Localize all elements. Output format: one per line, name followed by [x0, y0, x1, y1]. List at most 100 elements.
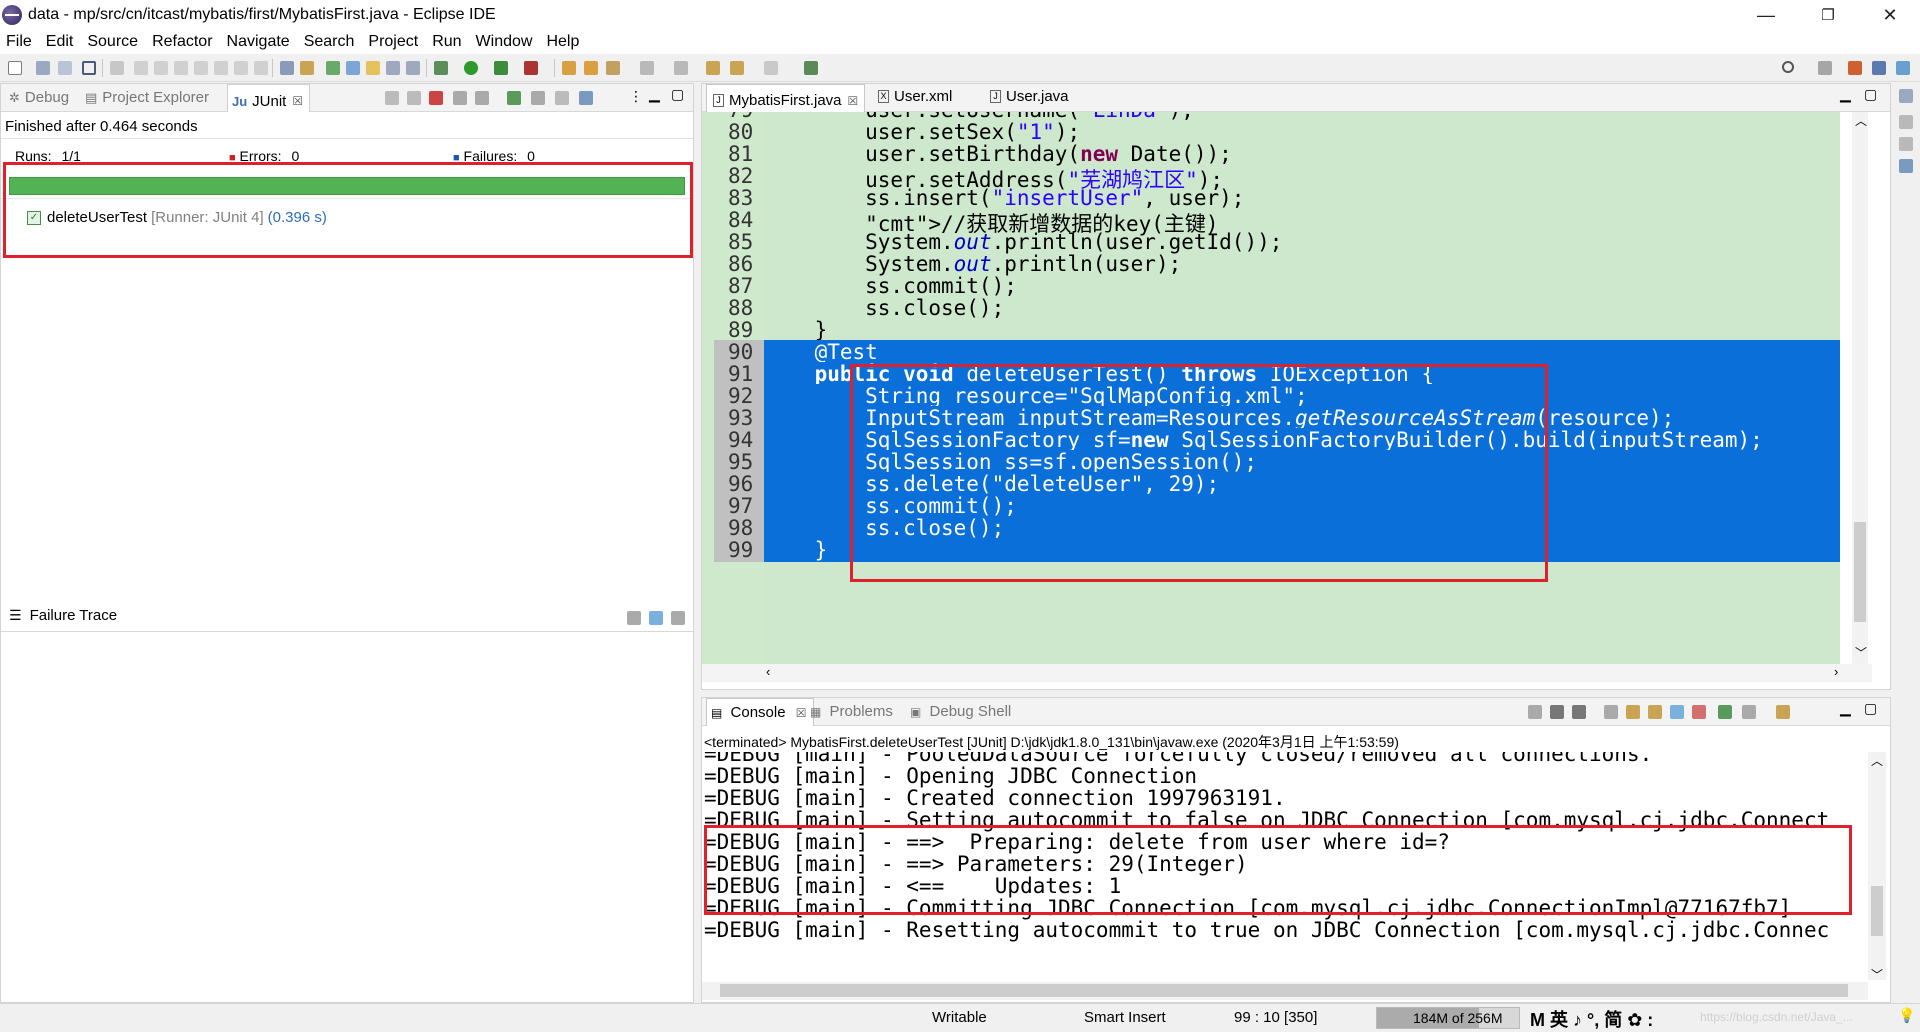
open-perspective-icon[interactable] [1818, 61, 1832, 75]
back-icon[interactable] [730, 61, 744, 75]
minimize-editor-icon[interactable]: ▁ [1840, 86, 1851, 103]
menu-search[interactable]: Search [304, 33, 355, 51]
terminate-console-icon[interactable] [1528, 705, 1542, 719]
menu-edit[interactable]: Edit [46, 33, 74, 51]
javaee-perspective-icon[interactable] [1872, 61, 1886, 75]
pin-console-icon[interactable] [1718, 705, 1732, 719]
code-line[interactable]: 85 System.out.println(user.getId()); [702, 230, 1840, 254]
close-icon[interactable]: ☒ [796, 706, 807, 720]
step-over-icon[interactable] [234, 61, 248, 75]
previous-failure-icon[interactable] [407, 91, 421, 105]
compare-result-icon[interactable] [649, 611, 663, 625]
new-icon[interactable] [8, 61, 22, 75]
tab-debug-shell[interactable]: ▣ Debug Shell [910, 703, 1011, 720]
suspend-icon[interactable] [154, 61, 168, 75]
close-button[interactable]: ✕ [1862, 0, 1918, 30]
minimize-console-icon[interactable]: ▁ [1840, 700, 1851, 717]
show-failures-only-icon[interactable] [429, 91, 443, 105]
breakpoints-icon[interactable] [1899, 115, 1913, 129]
next-failure-icon[interactable] [385, 91, 399, 105]
clear-console-icon[interactable] [1604, 705, 1618, 719]
save-icon[interactable] [36, 61, 50, 75]
menu-refactor[interactable]: Refactor [152, 33, 212, 51]
pin-editor-icon[interactable] [804, 61, 818, 75]
java-perspective-icon[interactable] [1848, 61, 1862, 75]
code-line[interactable]: 80 user.setSex("1"); [702, 120, 1840, 144]
vertical-scrollbar[interactable]: ︿ ﹀ [1852, 112, 1868, 664]
expressions-icon[interactable] [1899, 159, 1913, 173]
close-icon[interactable]: ☒ [292, 94, 303, 108]
new-java-project-icon[interactable] [562, 61, 576, 75]
remove-launch-icon[interactable] [1550, 705, 1564, 719]
mark-occurrences-icon[interactable] [366, 61, 380, 75]
disconnect-icon[interactable] [194, 61, 208, 75]
debug-perspective-icon[interactable] [1896, 61, 1910, 75]
tab-user-xml[interactable]: X User.xml [878, 88, 952, 105]
word-wrap-icon[interactable] [1648, 705, 1662, 719]
menu-project[interactable]: Project [368, 33, 418, 51]
remove-all-icon[interactable] [1572, 705, 1586, 719]
external-tools-icon[interactable] [524, 61, 538, 75]
menu-help[interactable]: Help [546, 33, 579, 51]
test-history-icon[interactable] [579, 91, 593, 105]
show-stdout-icon[interactable] [1670, 705, 1684, 719]
scroll-thumb[interactable] [720, 984, 1848, 997]
show-stderr-icon[interactable] [1692, 705, 1706, 719]
next-annotation-icon[interactable] [640, 61, 654, 75]
scroll-up-icon[interactable]: ︿ [1855, 112, 1867, 129]
rerun-failed-icon[interactable] [531, 91, 545, 105]
debug-icon[interactable] [434, 61, 448, 75]
scroll-down-icon[interactable]: ﹀ [1871, 966, 1883, 983]
tab-problems[interactable]: ▦ Problems [810, 703, 893, 720]
scroll-thumb[interactable] [1871, 886, 1883, 936]
menu-file[interactable]: File [6, 33, 32, 51]
code-line[interactable]: 82 user.setAddress("芜湖鸠江区"); [702, 164, 1840, 192]
restore-button[interactable]: ❐ [1800, 0, 1856, 30]
forward-icon[interactable] [764, 61, 778, 75]
coverage-icon[interactable] [494, 61, 508, 75]
menu-run[interactable]: Run [432, 33, 461, 51]
tab-mybatisfirst-java[interactable]: J MybatisFirst.java ☒ [706, 84, 866, 112]
view-menu-icon[interactable]: ⋮ [629, 88, 643, 105]
last-edit-icon[interactable] [706, 61, 720, 75]
minimize-button[interactable]: — [1738, 0, 1794, 30]
tab-junit[interactable]: Ju JUnit ☒ [227, 84, 311, 112]
code-line[interactable]: 84 "cmt">//获取新增数据的key(主键) [702, 208, 1840, 236]
scroll-up-icon[interactable]: ︿ [1871, 752, 1883, 769]
code-area[interactable]: 79 user.setUsername("LinDa");80 user.set… [702, 112, 1892, 664]
maximize-view-icon[interactable]: ▢ [671, 86, 684, 103]
close-icon[interactable]: ☒ [848, 94, 859, 108]
scroll-down-icon[interactable]: ﹀ [1855, 644, 1867, 661]
code-line[interactable]: 87 ss.commit(); [702, 274, 1840, 298]
resume-icon[interactable] [134, 61, 148, 75]
skip-breakpoints-icon[interactable] [110, 61, 124, 75]
open-console-icon[interactable] [1776, 705, 1790, 719]
code-line[interactable]: 81 user.setBirthday(new Date()); [702, 142, 1840, 166]
terminal-icon[interactable] [82, 61, 96, 75]
console-horizontal-scrollbar[interactable] [702, 982, 1868, 1000]
code-line[interactable]: 89 } [702, 318, 1840, 342]
open-type-icon[interactable] [326, 61, 340, 75]
step-into-icon[interactable] [214, 61, 228, 75]
previous-annotation-icon[interactable] [674, 61, 688, 75]
terminate-icon[interactable] [174, 61, 188, 75]
stop-test-icon[interactable] [555, 91, 569, 105]
filter-stack-icon[interactable] [627, 611, 641, 625]
code-line[interactable]: 79 user.setUsername("LinDa"); [702, 112, 1840, 122]
new-class-icon[interactable] [606, 61, 620, 75]
code-line[interactable]: 88 ss.close(); [702, 296, 1840, 320]
code-line[interactable]: 90 @Test [702, 340, 1840, 364]
menu-window[interactable]: Window [476, 33, 533, 51]
scroll-left-icon[interactable]: ‹ [766, 664, 770, 679]
scroll-right-icon[interactable]: › [1834, 664, 1838, 679]
highlight-icon[interactable] [346, 61, 360, 75]
scroll-lock-icon[interactable] [1626, 705, 1640, 719]
layout-icon[interactable] [475, 91, 489, 105]
step-return-icon[interactable] [254, 61, 268, 75]
code-line[interactable]: 86 System.out.println(user); [702, 252, 1840, 276]
save-all-icon[interactable] [58, 61, 72, 75]
horizontal-scrollbar[interactable]: ‹ › [702, 664, 1872, 682]
rerun-test-icon[interactable] [507, 91, 521, 105]
copy-trace-icon[interactable] [671, 611, 685, 625]
tip-icon[interactable]: 💡 [1898, 1007, 1915, 1024]
